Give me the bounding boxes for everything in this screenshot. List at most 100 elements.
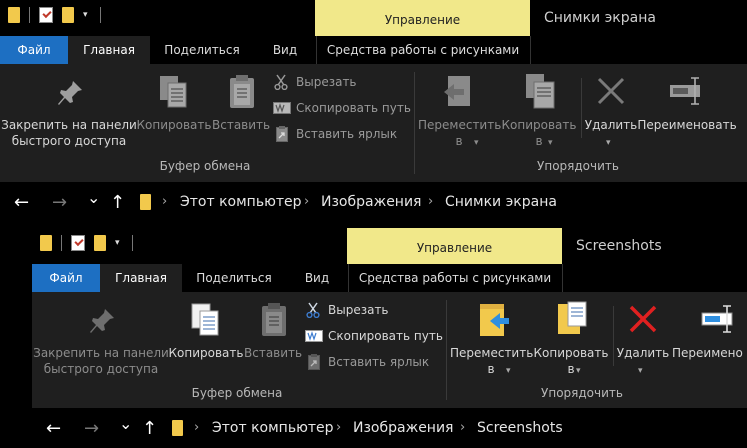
paste-button[interactable]: Вставить (244, 345, 302, 361)
tab-share[interactable]: Поделиться (182, 264, 286, 292)
paste-shortcut-icon (308, 354, 320, 370)
tab-picture-tools[interactable]: Средства работы с рисунками (316, 36, 530, 64)
new-folder-icon[interactable] (62, 7, 74, 23)
forward-arrow-icon[interactable]: → (84, 418, 99, 439)
back-arrow-icon[interactable]: ← (14, 192, 29, 213)
tab-picture-tools[interactable]: Средства работы с рисунками (348, 264, 562, 292)
copy-to-icon (524, 72, 558, 110)
move-to-label: Переместить (450, 346, 534, 360)
customize-dropdown-icon[interactable]: ▾ (83, 10, 91, 20)
copy-button[interactable]: Копировать (168, 345, 244, 361)
group-divider (446, 300, 447, 400)
rename-button[interactable]: Переимено (672, 345, 743, 361)
window-title: Снимки экрана (544, 10, 656, 26)
ribbon-panel: Закрепить на панели быстрого доступа Коп… (32, 292, 747, 408)
copy-path-icon (273, 102, 291, 114)
breadcrumb-screenshots[interactable]: Screenshots (477, 420, 563, 436)
paste-shortcut-button[interactable]: Вставить ярлык (328, 354, 429, 370)
copy-to-label-2: в (535, 134, 543, 148)
paste-shortcut-button[interactable]: Вставить ярлык (296, 126, 397, 142)
paste-icon (260, 302, 288, 338)
copy-to-label: Копировать (533, 346, 609, 360)
pin-quick-access-button[interactable]: Закрепить на панели быстрого доступа (0, 117, 138, 149)
copy-to-button[interactable]: Копировать в (532, 345, 610, 377)
recent-locations-icon[interactable]: ⌄ (119, 414, 132, 433)
copy-to-button[interactable]: Копировать в (500, 117, 578, 149)
move-to-button[interactable]: Переместить в (450, 345, 534, 377)
title-bar: ▾ Управление Снимки экрана (0, 0, 747, 36)
breadcrumb-this-pc[interactable]: Этот компьютер (180, 194, 302, 210)
delete-button[interactable]: Удалить (582, 117, 640, 133)
context-tab-manage[interactable]: Управление (347, 228, 562, 264)
tab-view[interactable]: Вид (286, 264, 348, 292)
tab-file[interactable]: Файл (0, 36, 68, 64)
up-arrow-icon[interactable]: ↑ (110, 192, 125, 213)
group-divider (414, 72, 415, 174)
clipboard-group-label: Буфер обмена (159, 159, 251, 173)
breadcrumb-pictures[interactable]: Изображения (321, 194, 421, 210)
toolbar-divider (61, 235, 62, 251)
ribbon-panel: Закрепить на панели быстрого доступа Коп… (0, 64, 747, 182)
tab-home[interactable]: Главная (68, 36, 150, 64)
copy-icon (190, 302, 222, 338)
copy-path-button[interactable]: Скопировать путь (296, 100, 411, 116)
customize-dropdown-icon[interactable]: ▾ (115, 238, 123, 248)
move-to-dropdown-icon[interactable]: ▾ (474, 135, 479, 151)
tab-share[interactable]: Поделиться (150, 36, 254, 64)
move-to-label-2: в (487, 362, 495, 376)
paste-shortcut-icon (276, 126, 288, 142)
copy-to-dropdown-icon[interactable]: ▾ (576, 363, 581, 379)
move-to-icon (442, 74, 476, 110)
pin-label-line2: быстрого доступа (43, 362, 159, 376)
tab-home[interactable]: Главная (100, 264, 182, 292)
breadcrumb-this-pc[interactable]: Этот компьютер (212, 420, 334, 436)
quick-access-toolbar: ▾ (40, 235, 133, 251)
delete-icon (628, 304, 658, 334)
navigation-bar: ← → ⌄ ↑ › Этот компьютер › Изображения ›… (0, 182, 747, 228)
delete-button[interactable]: Удалить (614, 345, 672, 361)
pin-quick-access-button[interactable]: Закрепить на панели быстрого доступа (32, 345, 170, 377)
copy-to-label: Копировать (501, 118, 577, 132)
new-folder-icon[interactable] (94, 235, 106, 251)
properties-icon[interactable] (71, 235, 85, 251)
cut-button[interactable]: Вырезать (328, 302, 389, 318)
breadcrumb-separator-icon: › (428, 194, 434, 209)
delete-dropdown-icon[interactable]: ▾ (638, 363, 643, 379)
copy-path-button[interactable]: Скопировать путь (328, 328, 443, 344)
recent-locations-icon[interactable]: ⌄ (87, 188, 100, 207)
move-to-button[interactable]: Переместить в (418, 117, 502, 149)
back-arrow-icon[interactable]: ← (46, 418, 61, 439)
cut-button[interactable]: Вырезать (296, 74, 357, 90)
properties-icon[interactable] (39, 7, 53, 23)
move-to-label: Переместить (418, 118, 502, 132)
tab-divider (530, 36, 531, 64)
navigation-bar: ← → ⌄ ↑ › Этот компьютер › Изображения ›… (32, 408, 747, 448)
tab-view[interactable]: Вид (254, 36, 316, 64)
breadcrumb-separator-icon: › (194, 420, 200, 435)
folder-icon[interactable] (8, 7, 20, 23)
context-tab-manage[interactable]: Управление (315, 0, 530, 36)
toolbar-divider (29, 7, 30, 23)
explorer-window-front: ▾ Управление Screenshots Файл Главная По… (32, 228, 747, 448)
breadcrumb-pictures[interactable]: Изображения (353, 420, 453, 436)
copy-button[interactable]: Копировать (136, 117, 212, 133)
delete-dropdown-icon[interactable]: ▾ (606, 135, 611, 151)
copy-to-dropdown-icon[interactable]: ▾ (548, 135, 553, 151)
up-arrow-icon[interactable]: ↑ (142, 418, 157, 439)
tab-file[interactable]: Файл (32, 264, 100, 292)
window-title: Screenshots (576, 238, 662, 254)
folder-icon[interactable] (40, 235, 52, 251)
move-to-dropdown-icon[interactable]: ▾ (506, 363, 511, 379)
ribbon-tabs: Файл Главная Поделиться Вид Средства раб… (32, 264, 747, 292)
breadcrumb-screenshots[interactable]: Снимки экрана (445, 194, 557, 210)
paste-button[interactable]: Вставить (212, 117, 270, 133)
rename-button[interactable]: Переименовать (636, 117, 738, 133)
breadcrumb-separator-icon: › (304, 194, 310, 209)
pin-label-line1: Закрепить на панели (33, 346, 169, 360)
clipboard-group-label: Буфер обмена (191, 386, 283, 400)
pin-label-line2: быстрого доступа (11, 134, 127, 148)
forward-arrow-icon[interactable]: → (52, 192, 67, 213)
paste-icon (228, 74, 256, 110)
breadcrumb-separator-icon: › (336, 420, 342, 435)
organize-group-label: Упорядочить (537, 159, 619, 173)
